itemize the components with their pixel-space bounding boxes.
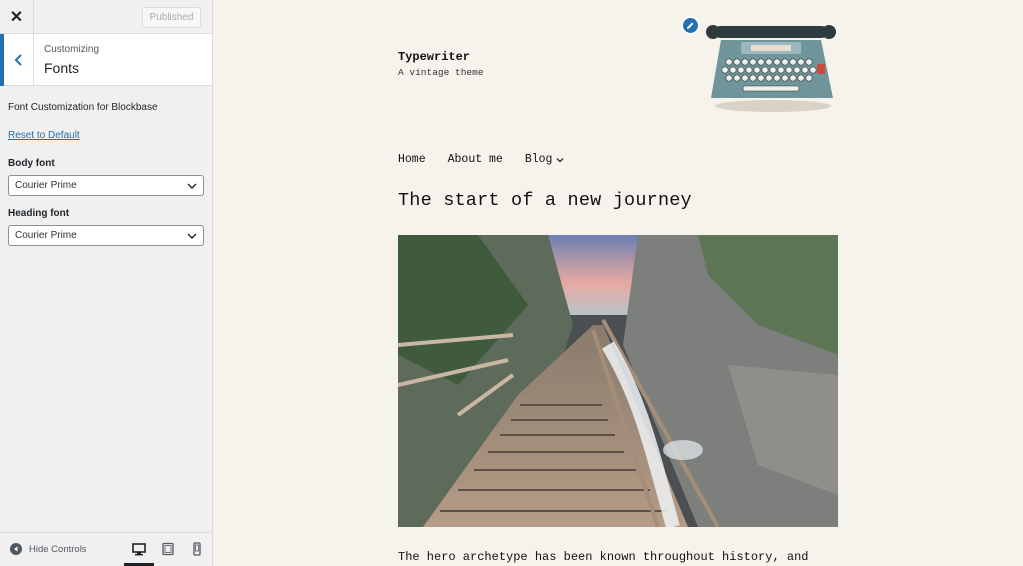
mobile-icon[interactable] bbox=[190, 542, 204, 556]
hide-controls-button[interactable]: Hide Controls bbox=[10, 543, 87, 555]
tablet-icon[interactable] bbox=[161, 542, 175, 556]
nav-blog-label: Blog bbox=[524, 153, 553, 166]
section-header: Customizing Fonts bbox=[0, 34, 212, 86]
body-font-label: Body font bbox=[8, 158, 55, 169]
chevron-down-icon bbox=[557, 157, 564, 162]
section-title: Fonts bbox=[44, 60, 80, 76]
heading-font-value: Courier Prime bbox=[15, 230, 77, 241]
site-navigation: Home About me Blog bbox=[398, 153, 586, 166]
footer-actions: Hide Controls bbox=[0, 532, 212, 566]
customizer-sidebar: ✕ Published Customizing Fonts Font Custo… bbox=[0, 0, 213, 566]
site-title[interactable]: Typewriter bbox=[398, 50, 470, 64]
nav-about-me[interactable]: About me bbox=[448, 153, 503, 166]
hide-controls-label: Hide Controls bbox=[29, 543, 87, 555]
chevron-left-icon bbox=[14, 54, 22, 66]
nav-blog[interactable]: Blog bbox=[525, 153, 565, 166]
body-font-value: Courier Prime bbox=[15, 180, 77, 191]
typewriter-image bbox=[706, 25, 836, 112]
hero-image bbox=[398, 235, 838, 527]
site-preview: Typewriter A vintage theme Home About me… bbox=[213, 0, 1023, 566]
close-icon[interactable]: ✕ bbox=[0, 0, 34, 34]
chevron-down-icon bbox=[187, 183, 197, 189]
chevron-down-icon bbox=[187, 233, 197, 239]
post-title[interactable]: The start of a new journey bbox=[398, 190, 692, 211]
nav-home[interactable]: Home bbox=[398, 153, 426, 166]
section-parent-label: Customizing bbox=[44, 44, 100, 55]
panel-description: Font Customization for Blockbase bbox=[8, 102, 158, 113]
pencil-icon[interactable] bbox=[681, 16, 700, 35]
back-button[interactable] bbox=[0, 34, 34, 86]
published-button: Published bbox=[142, 7, 201, 28]
body-font-select[interactable]: Courier Prime bbox=[8, 175, 204, 196]
post-excerpt: The hero archetype has been known throug… bbox=[398, 550, 809, 564]
site-tagline: A vintage theme bbox=[398, 67, 484, 78]
heading-font-label: Heading font bbox=[8, 208, 70, 219]
heading-font-select[interactable]: Courier Prime bbox=[8, 225, 204, 246]
customizer-topbar: ✕ Published bbox=[0, 0, 212, 34]
collapse-icon bbox=[10, 543, 22, 555]
panel-body: Font Customization for Blockbase Reset t… bbox=[0, 102, 212, 246]
reset-to-default-link[interactable]: Reset to Default bbox=[8, 130, 80, 141]
desktop-icon[interactable] bbox=[132, 542, 146, 556]
